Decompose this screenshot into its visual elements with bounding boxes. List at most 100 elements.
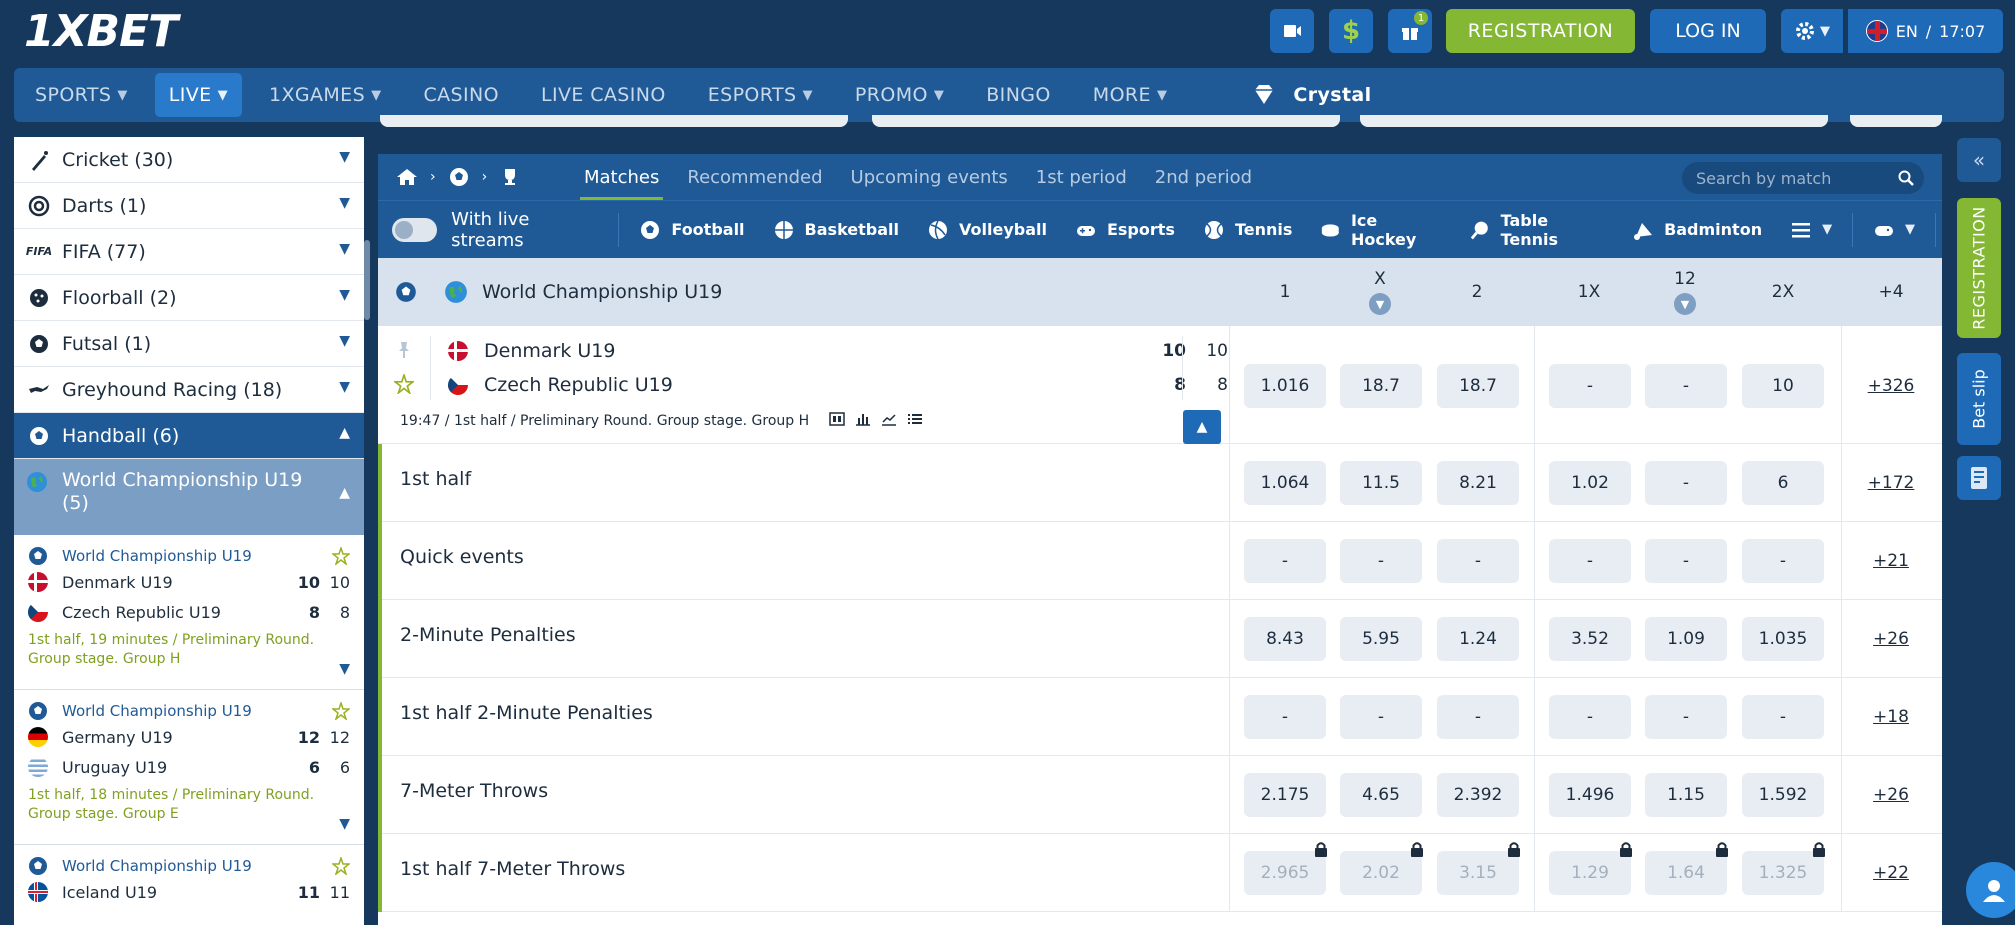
odds-button-1[interactable]: -: [1244, 539, 1326, 583]
sidebar-item-cricket[interactable]: Cricket (30) ▼: [14, 137, 364, 183]
sport-esports[interactable]: Esports: [1061, 219, 1189, 241]
settings-button[interactable]: ▼: [1781, 9, 1843, 53]
league-title[interactable]: World Championship U19: [482, 281, 722, 303]
search-icon[interactable]: [1898, 170, 1914, 186]
match-team-2[interactable]: Czech Republic U19 8 8: [448, 370, 1228, 400]
odds-button-x[interactable]: 5.95: [1340, 617, 1422, 661]
nav-crystal[interactable]: Crystal: [1228, 73, 1392, 117]
live-streams-toggle[interactable]: [392, 217, 438, 242]
sport-basketball[interactable]: Basketball: [759, 219, 913, 241]
sidebar-match[interactable]: World Championship U19 Iceland U19 11 11: [14, 845, 364, 917]
odds-button-12[interactable]: 1.15: [1645, 773, 1727, 817]
live-tv-button[interactable]: [1270, 9, 1314, 53]
odds-button-1[interactable]: 2.175: [1244, 773, 1326, 817]
logo[interactable]: 1XBET: [24, 6, 178, 57]
star-icon[interactable]: [330, 545, 352, 569]
odds-button-12[interactable]: -: [1645, 539, 1727, 583]
home-icon[interactable]: [396, 167, 418, 187]
odds-button-2[interactable]: 2.392: [1437, 773, 1519, 817]
chevron-down-icon[interactable]: ▼: [1674, 293, 1696, 315]
sidebar-scrollbar[interactable]: [364, 240, 370, 320]
chevron-down-icon[interactable]: ▼: [339, 149, 350, 165]
sport-table-tennis[interactable]: Table Tennis: [1456, 211, 1618, 249]
match-row[interactable]: Denmark U19 10 10 Czech Republic U19 8 8…: [378, 326, 1942, 444]
sidebar-item-floorball[interactable]: Floorball (2) ▼: [14, 275, 364, 321]
odds-button-1[interactable]: 8.43: [1244, 617, 1326, 661]
handball-icon[interactable]: [448, 166, 470, 188]
odds-button-2[interactable]: 1.24: [1437, 617, 1519, 661]
odds-button-2x[interactable]: 1.035: [1742, 617, 1824, 661]
odds-button-12[interactable]: -: [1645, 461, 1727, 505]
nav-more[interactable]: MORE ▼: [1072, 73, 1189, 117]
sidebar-subitem-world-championship[interactable]: World Championship U19 (5) ▲: [14, 459, 364, 535]
odds-button-2[interactable]: -: [1437, 695, 1519, 739]
nav-casino[interactable]: CASINO: [402, 73, 520, 117]
odds-button-2x[interactable]: 1.592: [1742, 773, 1824, 817]
more-markets-link[interactable]: +22: [1856, 863, 1926, 883]
login-button[interactable]: LOG IN: [1650, 9, 1766, 53]
chevron-down-icon[interactable]: ▼: [339, 816, 350, 832]
odds-button-2x[interactable]: 6: [1742, 461, 1824, 505]
match-team-1[interactable]: Denmark U19 10 10: [448, 336, 1228, 366]
nav-promo[interactable]: PROMO ▼: [834, 73, 965, 117]
odds-button-1x[interactable]: -: [1549, 695, 1631, 739]
chevron-down-icon[interactable]: ▼: [339, 241, 350, 257]
chevron-down-icon[interactable]: ▼: [1369, 293, 1391, 315]
tab-1st-period[interactable]: 1st period: [1022, 154, 1141, 200]
sidebar-item-futsal[interactable]: Futsal (1) ▼: [14, 321, 364, 367]
odds-button-1x[interactable]: 1.496: [1549, 773, 1631, 817]
nav-live[interactable]: LIVE ▼: [154, 73, 242, 117]
market-row[interactable]: 7-Meter Throws 2.175 4.65 2.392 1.496 1.…: [378, 756, 1942, 834]
sidebar-item-greyhound-racing[interactable]: Greyhound Racing (18) ▼: [14, 367, 364, 413]
more-markets-link[interactable]: +26: [1856, 785, 1926, 805]
chevron-down-icon[interactable]: ▼: [339, 195, 350, 211]
statistics-icon[interactable]: [855, 412, 871, 430]
more-markets-link[interactable]: +26: [1856, 629, 1926, 649]
sidebar-match[interactable]: World Championship U19 Germany U19 12 12…: [14, 690, 364, 845]
sidebar-item-fifa[interactable]: FIFA FIFA (77) ▼: [14, 229, 364, 275]
chevron-up-icon[interactable]: ▲: [339, 485, 350, 501]
odds-button-2x[interactable]: -: [1742, 695, 1824, 739]
promo-gift-button[interactable]: 1: [1388, 9, 1432, 53]
odds-button-1x[interactable]: 1.02: [1549, 461, 1631, 505]
odds-button-12[interactable]: -: [1645, 695, 1727, 739]
sidebar-match[interactable]: World Championship U19 Denmark U19 10 10…: [14, 535, 364, 690]
sport-volleyball[interactable]: Volleyball: [913, 219, 1061, 241]
tab-upcoming-events[interactable]: Upcoming events: [837, 154, 1022, 200]
more-markets-link[interactable]: +326: [1856, 376, 1926, 396]
nav-live-casino[interactable]: LIVE CASINO: [520, 73, 687, 117]
odds-button-12[interactable]: 1.09: [1645, 617, 1727, 661]
odds-button-1x[interactable]: 3.52: [1549, 617, 1631, 661]
nav-sports[interactable]: SPORTS ▼: [14, 73, 149, 117]
odds-button-2[interactable]: 8.21: [1437, 461, 1519, 505]
coupon-button[interactable]: [1957, 456, 2001, 500]
tab-matches[interactable]: Matches: [570, 154, 673, 200]
sport-football[interactable]: Football: [625, 219, 758, 241]
odds-button-1[interactable]: 1.016: [1244, 364, 1326, 408]
nav-esports[interactable]: ESPORTS ▼: [687, 73, 834, 117]
scoreboard-icon[interactable]: [829, 412, 845, 430]
odds-button-x[interactable]: 18.7: [1340, 364, 1422, 408]
nav-1xgames[interactable]: 1XGAMES ▼: [248, 73, 403, 117]
odds-button-x[interactable]: 4.65: [1340, 773, 1422, 817]
collapse-markets-button[interactable]: ▲: [1183, 410, 1221, 444]
odds-button-1[interactable]: -: [1244, 695, 1326, 739]
bet-slip-button[interactable]: Bet slip: [1957, 353, 2001, 445]
chevron-down-icon[interactable]: ▼: [339, 287, 350, 303]
star-icon[interactable]: [330, 700, 352, 724]
odds-button-x[interactable]: -: [1340, 695, 1422, 739]
more-markets-link[interactable]: +172: [1856, 473, 1926, 493]
star-icon[interactable]: [392, 372, 416, 398]
chevron-down-icon[interactable]: ▼: [339, 333, 350, 349]
search-input[interactable]: Search by match: [1682, 162, 1924, 194]
odds-button-2x[interactable]: -: [1742, 539, 1824, 583]
registration-button[interactable]: REGISTRATION: [1446, 9, 1635, 53]
chevron-down-icon[interactable]: ▼: [339, 661, 350, 677]
sport-badminton[interactable]: Badminton: [1618, 219, 1776, 241]
chevron-down-icon[interactable]: ▼: [339, 379, 350, 395]
support-chat-button[interactable]: [1966, 862, 2015, 918]
market-row[interactable]: 1st half 1.064 11.5 8.21 1.02 - 6 +172: [378, 444, 1942, 522]
rail-registration-button[interactable]: REGISTRATION: [1957, 198, 2001, 338]
deposit-button[interactable]: $: [1329, 9, 1373, 53]
language-time-selector[interactable]: EN / 17:07: [1848, 9, 2003, 53]
